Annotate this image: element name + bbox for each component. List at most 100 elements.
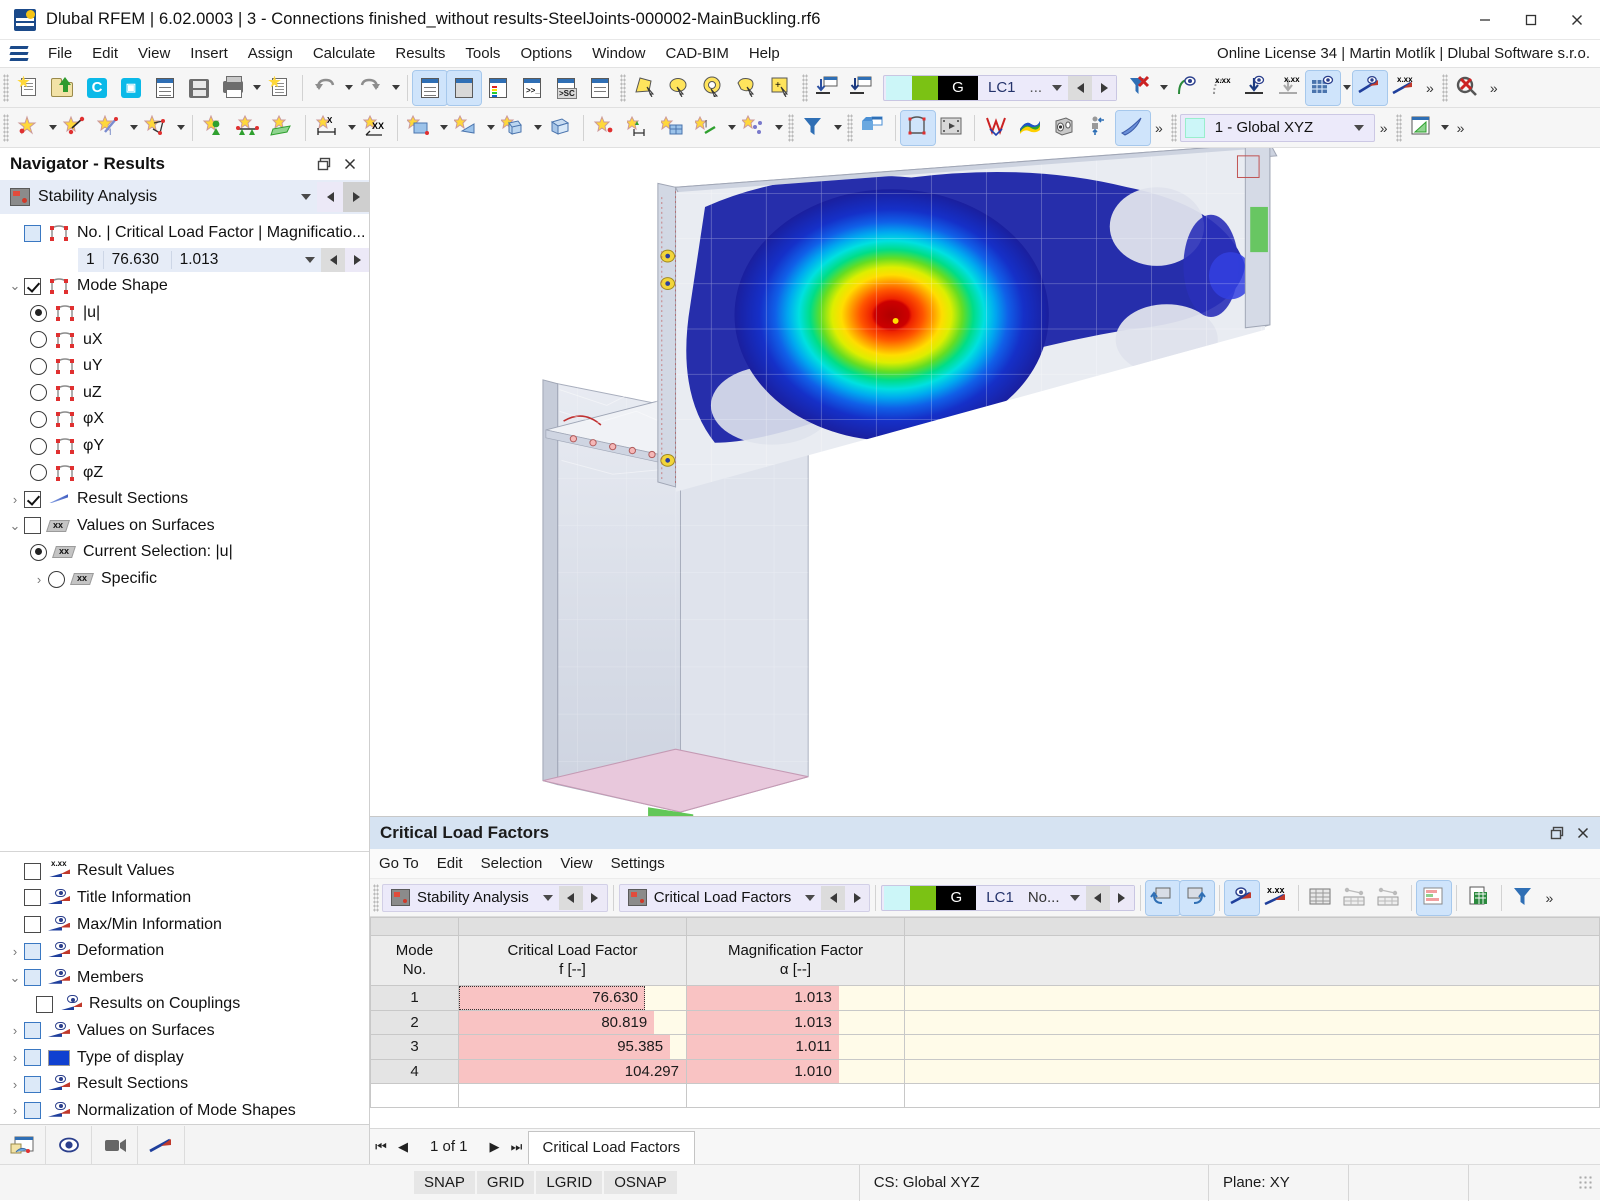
cell-extra[interactable] [904,985,1600,1011]
view-settings-icon[interactable] [0,1125,46,1164]
animation-icon[interactable] [935,111,969,145]
display-option-row[interactable]: Results on Couplings [0,991,369,1018]
tree-item-component-φZ[interactable]: φZ [0,459,369,486]
menu-window[interactable]: Window [582,43,655,64]
load-case-selector[interactable]: G LC1 ... [883,74,1118,101]
status-grid-button[interactable]: GRID [476,1171,535,1194]
console-icon[interactable]: >>_ [515,71,549,105]
cell-critical-load-factor[interactable]: 104.297 [458,1058,687,1084]
row-expander[interactable]: › [6,1103,24,1118]
cell-magnification-factor[interactable]: 1.011 [686,1034,905,1060]
mesh-dropdown-caret[interactable] [1340,71,1353,105]
deformation-values-icon[interactable]: x.xx [1204,71,1238,105]
cell-critical-load-factor[interactable]: 95.385 [458,1034,687,1060]
select-circle-icon[interactable] [663,71,697,105]
undo-icon[interactable] [308,71,342,105]
display-option-checkbox[interactable] [24,1102,41,1120]
table-analysis-selector[interactable]: Stability Analysis [382,883,608,912]
component-radio[interactable] [30,331,47,349]
table-toolbar-overflow[interactable]: » [1541,890,1559,906]
mode-value-combo[interactable]: 1 76.630 1.013 [78,247,369,272]
render-view-icon[interactable] [1048,111,1082,145]
menu-file[interactable]: File [38,43,82,64]
select-ring-icon[interactable] [697,71,731,105]
table-type-caret[interactable] [799,883,821,913]
values-on-surfaces-expander[interactable]: ⌄ [6,518,24,534]
next-page-button[interactable]: ▶ [484,1132,506,1162]
table-type-selector[interactable]: Critical Load Factors [618,883,871,913]
tree-item-specific[interactable]: › xx Specific [0,566,369,593]
status-snap-button[interactable]: SNAP [414,1171,475,1194]
nodal-support-icon[interactable] [198,111,232,145]
open-folder-icon[interactable] [46,71,80,105]
values-on-surfaces-checkbox[interactable] [24,517,41,535]
visibility-window-icon[interactable] [856,111,890,145]
table-load-case-selector[interactable]: G LC1 No... [881,883,1135,913]
table-menu-edit[interactable]: Edit [428,853,472,874]
redo-dropdown-caret[interactable] [389,71,402,105]
tables-panel-icon[interactable] [446,69,482,106]
mode-shape-checkbox[interactable] [24,277,41,295]
menu-cad-bim[interactable]: CAD-BIM [656,43,739,64]
result-diagram-footer-icon[interactable] [138,1126,184,1164]
select-polygon-icon[interactable] [629,71,663,105]
surface-contour-icon[interactable] [1014,111,1048,145]
menu-edit[interactable]: Edit [82,43,128,64]
cell-extra[interactable] [904,1058,1600,1084]
maximize-button[interactable] [1508,0,1554,40]
menu-calculate[interactable]: Calculate [303,43,386,64]
table-panel-close-button[interactable] [1570,820,1596,846]
display-option-checkbox[interactable] [24,1049,41,1067]
mesh-settings-icon[interactable] [657,111,691,145]
display-option-checkbox[interactable] [24,916,41,934]
result-diagram-eye-icon[interactable] [1352,69,1389,106]
display-option-row[interactable]: › Values on Surfaces [0,1018,369,1045]
worksheet-dropdown-caret[interactable] [1439,111,1452,145]
navigator-close-button[interactable] [337,151,363,177]
table-lc-caret[interactable] [1064,883,1086,913]
mesh-edge-icon[interactable]: | [691,111,725,145]
new-line-icon[interactable] [59,111,93,145]
member-dropdown-caret[interactable] [127,111,140,145]
result-diagram2-icon[interactable] [980,111,1014,145]
table-row[interactable]: 2 80.819 1.013 [370,1009,1600,1035]
table-menu-selection[interactable]: Selection [472,853,552,874]
close-button[interactable] [1554,0,1600,40]
display-option-checkbox[interactable] [36,995,53,1013]
coordinate-system-selector[interactable]: 1 - Global XYZ [1179,113,1375,142]
move-object-icon[interactable] [1082,111,1116,145]
menu-assign[interactable]: Assign [238,43,303,64]
table-scroll-area[interactable]: Mode No. Critical Load Factor f [--] Mag… [370,917,1600,1128]
filter2-dropdown-caret[interactable] [831,111,844,145]
display-option-row[interactable]: x.xx Result Values [0,858,369,885]
last-page-button[interactable]: ⏭ [506,1132,528,1162]
delete-results-icon[interactable] [1451,71,1485,105]
export-layer-icon[interactable] [845,71,879,105]
display-option-row[interactable]: Max/Min Information [0,911,369,938]
tree-item-mode-value[interactable]: 1 76.630 1.013 [0,247,369,274]
cloud-model-icon[interactable]: ▣ [114,71,148,105]
table-analysis-prev[interactable] [558,885,583,910]
table-filter-icon[interactable] [1507,881,1541,915]
model-frame-icon[interactable] [900,109,936,146]
display-option-checkbox[interactable] [24,1075,41,1093]
reapply-selection-icon[interactable] [1178,879,1215,916]
undo-dropdown-caret[interactable] [342,71,355,105]
table-row[interactable]: 3 95.385 1.011 [370,1034,1600,1060]
redo-icon[interactable] [355,71,389,105]
solid-icon[interactable] [497,111,531,145]
display-option-row[interactable]: Title Information [0,885,369,912]
model-info-icon[interactable] [148,71,182,105]
display-option-checkbox[interactable] [24,862,41,880]
filter-funnel-icon[interactable] [797,111,831,145]
navigator-float-button[interactable] [311,151,337,177]
tree-item-component-uY[interactable]: uY [0,353,369,380]
current-selection-radio[interactable] [30,543,47,561]
mode-header-checkbox[interactable] [24,224,41,242]
menu-help[interactable]: Help [739,43,790,64]
table-menu-goto[interactable]: Go To [370,853,428,874]
row-expander[interactable]: › [6,1023,24,1038]
printout-report-icon[interactable] [263,71,297,105]
component-radio[interactable] [30,304,47,322]
prev-page-button[interactable]: ◀ [392,1132,414,1162]
